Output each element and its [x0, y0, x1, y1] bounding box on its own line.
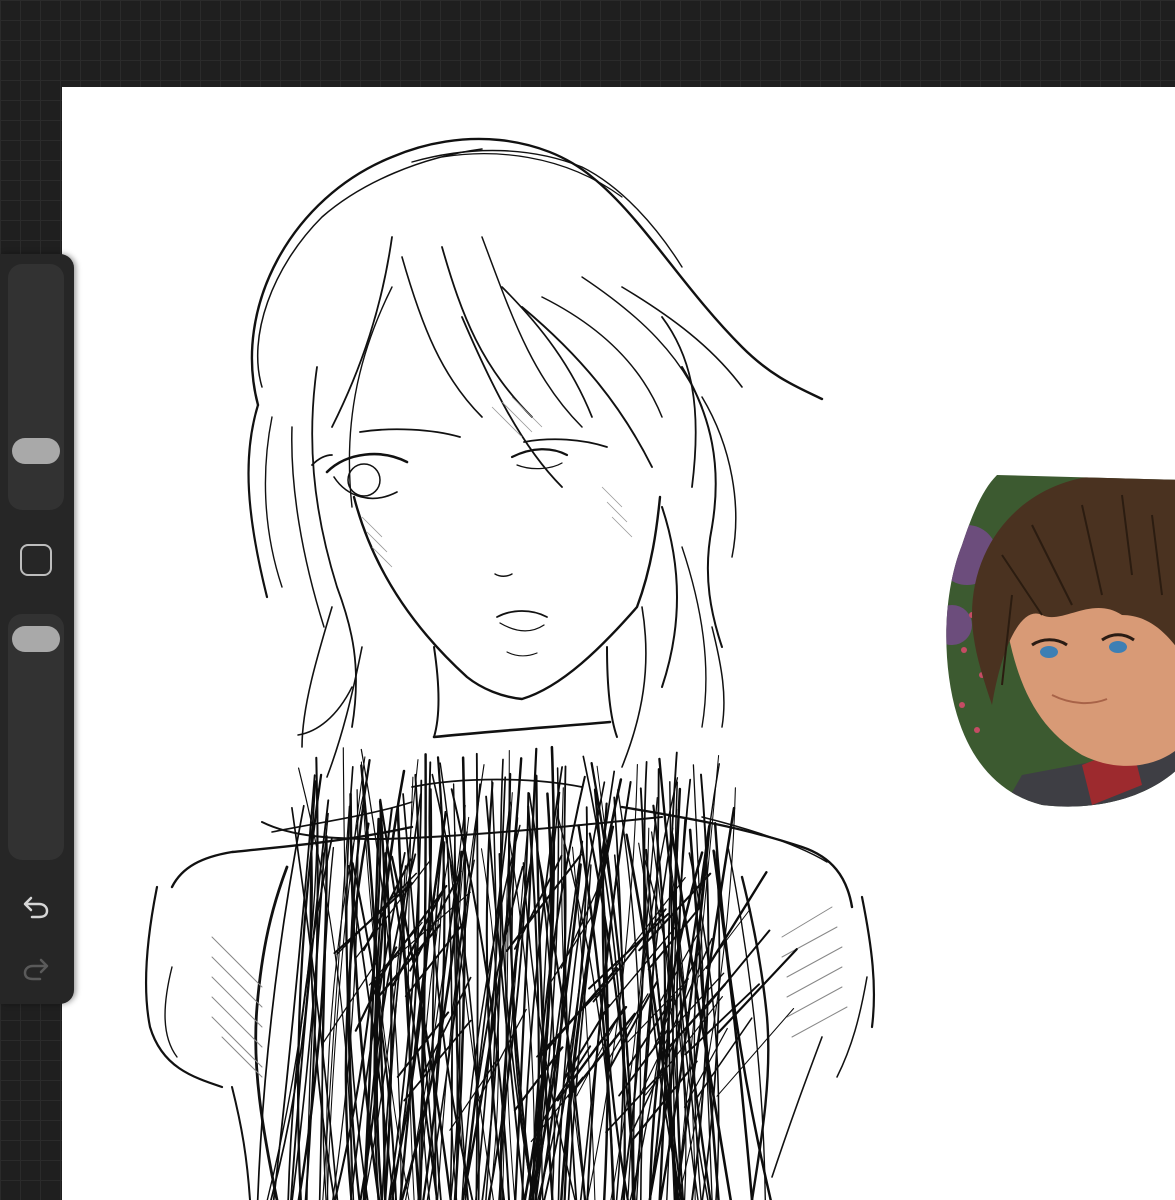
brush-size-slider-thumb[interactable] [12, 438, 60, 464]
opacity-slider[interactable] [8, 614, 64, 860]
redo-button[interactable] [16, 948, 56, 988]
app-window [0, 0, 1175, 1200]
tool-sidebar [0, 254, 74, 1004]
undo-button[interactable] [16, 886, 56, 926]
reference-image[interactable] [942, 475, 1175, 810]
brush-size-slider[interactable] [8, 264, 64, 510]
redo-icon [23, 958, 49, 981]
modifier-button[interactable] [20, 544, 52, 576]
opacity-slider-thumb[interactable] [12, 626, 60, 652]
drawing-canvas[interactable] [62, 87, 1175, 1200]
undo-icon [23, 896, 49, 919]
